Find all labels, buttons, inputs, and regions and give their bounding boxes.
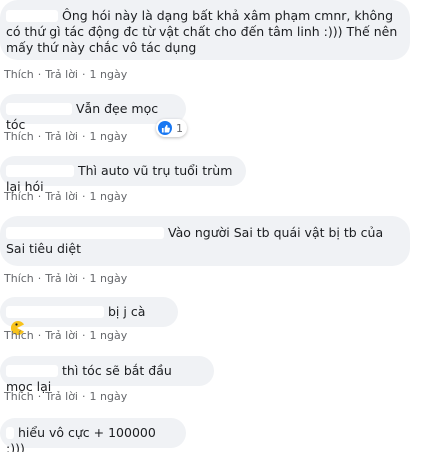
reply-link[interactable]: Trả lời <box>45 130 78 143</box>
reply-link[interactable]: Trả lời <box>45 190 78 203</box>
commenter-name-redacted[interactable] <box>6 165 74 177</box>
reply-link[interactable]: Trả lời <box>45 329 78 342</box>
comment-text: bị j cà <box>108 304 146 319</box>
comment-actions: Thích · Trả lời · 1 ngày <box>4 68 128 81</box>
timestamp[interactable]: 1 ngày <box>90 272 128 285</box>
timestamp[interactable]: 1 ngày <box>90 390 128 403</box>
comment-bubble: bị j cà <box>0 297 178 335</box>
like-link[interactable]: Thích <box>4 68 34 81</box>
like-link[interactable]: Thích <box>4 272 34 285</box>
commenter-name-redacted[interactable] <box>6 306 104 318</box>
like-link[interactable]: Thích <box>4 190 34 203</box>
reply-link[interactable]: Trả lời <box>45 272 78 285</box>
timestamp[interactable]: 1 ngày <box>90 190 128 203</box>
comment-text: hiểu vô cực + 100000 :))) <box>6 425 156 452</box>
reply-link[interactable]: Trả lời <box>45 390 78 403</box>
commenter-name-redacted[interactable] <box>6 103 72 115</box>
comment-actions: Thích · Trả lời · 1 ngày <box>4 272 128 285</box>
like-link[interactable]: Thích <box>4 130 34 143</box>
like-reaction-icon <box>158 121 172 135</box>
like-link[interactable]: Thích <box>4 390 34 403</box>
comment-bubble: hiểu vô cực + 100000 :))) <box>0 418 186 452</box>
comment-bubble: Thì auto vũ trụ tuổi trùm lại hói <box>0 156 246 194</box>
commenter-name-redacted[interactable] <box>6 427 14 439</box>
comment-actions: Thích · Trả lời · 1 ngày <box>4 329 128 342</box>
comment-thread: Ông hói này là dạng bất khả xâm phạm cmn… <box>0 0 426 452</box>
comment-bubble: Vẫn đẹe mọc tóc <box>0 94 186 132</box>
timestamp[interactable]: 1 ngày <box>90 68 128 81</box>
timestamp[interactable]: 1 ngày <box>90 130 128 143</box>
commenter-name-redacted[interactable] <box>6 227 164 239</box>
reaction-count: 1 <box>176 121 183 135</box>
comment-bubble: thì tóc sẽ bắt đầu mọc lại <box>0 356 214 394</box>
comment-actions: Thích · Trả lời · 1 ngày <box>4 390 128 403</box>
comment-actions: Thích · Trả lời · 1 ngày <box>4 130 128 143</box>
comment-bubble: Vào người Sai tb quái vật bị tb của Sai … <box>0 216 410 266</box>
commenter-name-redacted[interactable] <box>6 365 58 377</box>
comment-bubble: Ông hói này là dạng bất khả xâm phạm cmn… <box>0 0 410 60</box>
reply-link[interactable]: Trả lời <box>45 68 78 81</box>
like-link[interactable]: Thích <box>4 329 34 342</box>
comment-actions: Thích · Trả lời · 1 ngày <box>4 190 128 203</box>
reaction-badge[interactable]: 1 <box>156 119 187 137</box>
comment-text: Ông hói này là dạng bất khả xâm phạm cmn… <box>6 8 398 55</box>
timestamp[interactable]: 1 ngày <box>90 329 128 342</box>
commenter-name-redacted[interactable] <box>6 10 58 22</box>
